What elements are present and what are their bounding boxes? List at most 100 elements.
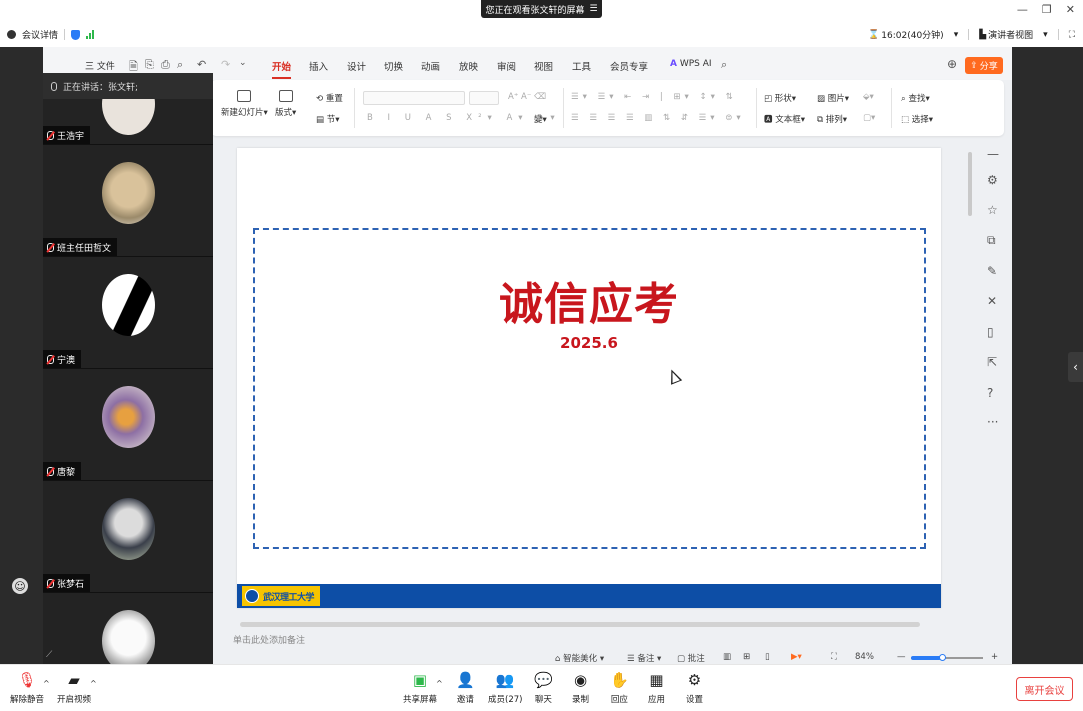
tools-icon[interactable]: ✕ <box>987 294 997 308</box>
slide-date[interactable]: 2025.6 <box>237 334 941 352</box>
preview-icon[interactable]: ⌕ <box>177 58 183 72</box>
tab-insert[interactable]: 插入 <box>309 59 328 73</box>
reset-button[interactable]: ⟲ 重置 <box>316 92 343 104</box>
adjust-icon[interactable]: ⚙ <box>987 173 998 187</box>
tab-tools[interactable]: 工具 <box>572 59 591 73</box>
resize-grip-icon[interactable]: ⟋ <box>46 650 52 660</box>
chevron-up-icon[interactable]: ^ <box>90 679 97 688</box>
comments-toggle[interactable]: ▢ 批注 <box>677 652 705 664</box>
layout-button[interactable]: 版式▾ <box>275 90 296 118</box>
normal-view-icon[interactable]: ▥ <box>723 652 731 662</box>
share-screen-button[interactable]: ▣ 共享屏幕 <box>403 672 437 706</box>
undo-icon[interactable]: ↶ <box>197 58 206 71</box>
collapse-line-icon[interactable]: — <box>987 147 999 161</box>
font-style-controls[interactable]: B I U A S X²▾ A▾ ✎▾ <box>367 113 561 123</box>
close-icon[interactable]: ✕ <box>1066 3 1075 16</box>
outline-button[interactable]: ▢▾ <box>863 113 875 123</box>
horizontal-scrollbar[interactable] <box>236 622 956 628</box>
start-video-button[interactable]: ▰ 开启视频 <box>57 672 91 706</box>
select-button[interactable]: ⬚ 选择▾ <box>901 113 933 125</box>
zoom-in-icon[interactable]: + <box>991 652 998 662</box>
invite-button[interactable]: 👤 邀请 <box>456 672 475 706</box>
notes-placeholder[interactable]: 单击此处添加备注 <box>233 633 305 646</box>
book-icon[interactable]: ▯ <box>987 325 994 339</box>
tab-transition[interactable]: 切换 <box>384 59 403 73</box>
screen-share-banner[interactable]: 您正在观看张文轩的屏幕 ☰ <box>481 0 602 18</box>
chevron-up-icon[interactable]: ^ <box>436 679 443 688</box>
font-size-controls[interactable]: A⁺ A⁻ ⌫ <box>508 92 546 102</box>
emoji-icon[interactable]: ☺ <box>12 578 28 594</box>
star-icon[interactable]: ☆ <box>987 203 998 217</box>
more-icon[interactable]: ··· <box>987 415 998 429</box>
vertical-scroll-thumb[interactable] <box>968 152 972 216</box>
zoom-handle[interactable] <box>939 654 946 661</box>
fill-button[interactable]: ⬙▾ <box>863 92 874 102</box>
tab-view[interactable]: 视图 <box>534 59 553 73</box>
minimize-icon[interactable]: — <box>1017 3 1028 16</box>
fit-window-icon[interactable]: ⛶ <box>831 652 837 662</box>
presenter-view-button[interactable]: 演讲者视图 <box>988 28 1033 41</box>
signal-icon[interactable] <box>86 30 95 39</box>
arrange-button[interactable]: ⧉ 排列▾ <box>817 113 847 125</box>
textbox-button[interactable]: 🅰 文本框▾ <box>764 113 805 125</box>
redo-icon[interactable]: ↷ <box>221 58 230 71</box>
chevron-left-icon[interactable]: ‹ <box>1068 352 1083 382</box>
fullscreen-icon[interactable]: ⛶ <box>1069 30 1075 40</box>
style-icon[interactable]: ✎ <box>987 264 997 278</box>
tab-member[interactable]: 会员专享 <box>610 59 648 73</box>
participant-tile[interactable]: 张梦石 <box>43 481 213 593</box>
info-icon[interactable] <box>7 30 16 39</box>
participant-tile[interactable]: 唐黎 <box>43 369 213 481</box>
share-button[interactable]: ⇪ 分享 <box>965 57 1003 74</box>
horizontal-scroll-thumb[interactable] <box>240 622 920 627</box>
paragraph-controls-top[interactable]: ☰▾ ☰▾ ⇤ ⇥ | ⊞▾ ↕▾ ⇅ <box>571 92 737 102</box>
zoom-out-icon[interactable]: — <box>897 652 906 662</box>
tab-home[interactable]: 开始 <box>272 59 292 79</box>
slide-canvas[interactable]: 诚信应考 2025.6 武汉理工大学 <box>237 148 941 608</box>
record-button[interactable]: ◉ 录制 <box>572 672 589 706</box>
participant-tile[interactable]: 宁澳 <box>43 257 213 369</box>
find-button[interactable]: ⌕ 查找▾ <box>901 92 930 104</box>
zoom-slider[interactable] <box>911 654 983 661</box>
vertical-scrollbar[interactable] <box>965 146 975 626</box>
transform-icon[interactable]: ⇱ <box>987 355 997 369</box>
members-button[interactable]: 👥 成员(27) <box>488 672 522 706</box>
paragraph-controls-bottom[interactable]: ☰ ☰ ☰ ☰ ▥ ⇅ ⇵ ☰▾ ⊜▾ <box>571 113 745 123</box>
print-icon[interactable]: ⎙ <box>161 58 170 72</box>
chat-button[interactable]: 💬 聊天 <box>534 672 553 706</box>
apps-button[interactable]: ▦ 应用 <box>648 672 665 706</box>
smart-beautify-button[interactable]: ⌂ 智能美化 ▾ <box>555 652 604 664</box>
tab-review[interactable]: 审阅 <box>497 59 516 73</box>
zoom-level[interactable]: 84% <box>855 652 874 662</box>
copy-icon[interactable]: ⧉ <box>987 233 996 248</box>
tab-design[interactable]: 设计 <box>347 59 366 73</box>
shape-button[interactable]: ◰ 形状▾ <box>764 92 796 104</box>
font-size-select[interactable] <box>469 91 499 105</box>
picture-button[interactable]: ▨ 图片▾ <box>817 92 849 104</box>
play-icon[interactable]: ▶▾ <box>791 652 802 662</box>
chevron-down-icon[interactable]: ⌄ <box>239 58 247 68</box>
chevron-down-icon[interactable]: ▾ <box>954 30 959 40</box>
search-icon[interactable]: ⌕ <box>721 58 727 72</box>
leave-meeting-button[interactable]: 离开会议 <box>1016 677 1073 701</box>
tab-animation[interactable]: 动画 <box>421 59 440 73</box>
section-button[interactable]: ▤ 节▾ <box>316 113 340 125</box>
font-name-select[interactable] <box>363 91 465 105</box>
grid-view-icon[interactable]: ⊞ <box>743 652 750 662</box>
cloud-sync-icon[interactable]: ⊕ <box>947 57 957 71</box>
restore-icon[interactable]: ❐ <box>1042 3 1052 16</box>
notes-toggle[interactable]: ☰ 备注 ▾ <box>627 652 661 664</box>
shield-icon[interactable] <box>71 29 81 40</box>
reactions-button[interactable]: ✋ 回应 <box>610 672 629 706</box>
file-menu[interactable]: 三 文件 <box>85 59 115 72</box>
participant-tile[interactable]: 班主任田哲文 <box>43 145 213 257</box>
new-slide-button[interactable]: 新建幻灯片▾ <box>221 90 268 118</box>
menu-icon[interactable]: ☰ <box>589 4 597 14</box>
tab-slideshow[interactable]: 放映 <box>459 59 478 73</box>
participant-tile[interactable] <box>43 593 213 664</box>
wps-ai-button[interactable]: A WPS AI <box>670 59 712 69</box>
meeting-details-link[interactable]: 会议详情 <box>22 28 58 41</box>
help-icon[interactable]: ? <box>987 386 993 400</box>
export-icon[interactable]: ⎘ <box>145 58 154 72</box>
participant-video-strip[interactable]: 王浩宇 班主任田哲文 宁澳 唐黎 张梦石 <box>43 73 213 664</box>
